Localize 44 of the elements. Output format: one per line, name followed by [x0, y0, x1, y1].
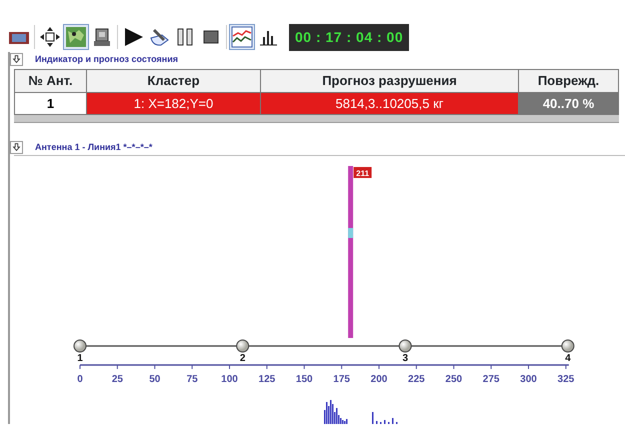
event-badge: 211: [354, 167, 372, 178]
tick-label: 175: [333, 374, 350, 385]
play-icon: [122, 26, 144, 48]
tick-label: 25: [112, 374, 123, 385]
sensor-marker[interactable]: [74, 340, 86, 352]
column-header: Прогноз разрушения: [260, 70, 518, 92]
tick-label: 225: [408, 374, 425, 385]
scrollbar[interactable]: [14, 115, 619, 123]
toolbar-button[interactable]: [229, 24, 255, 50]
sensor-label: 2: [240, 353, 246, 364]
wrench-icon: [148, 26, 170, 48]
move-icon: [39, 26, 61, 48]
tick-label: 300: [520, 374, 537, 385]
tick-label: 0: [77, 374, 83, 385]
device-icon: [91, 26, 113, 48]
tick-label: 100: [221, 374, 238, 385]
sensor-marker[interactable]: [561, 340, 574, 352]
tick-label: 250: [445, 374, 462, 385]
column-header: Поврежд.: [518, 70, 618, 92]
collapse-icon[interactable]: [10, 141, 23, 154]
panel-title: Антенна 1 - Линия1 *–*–*–*: [35, 140, 152, 154]
tick-label: 125: [258, 374, 276, 385]
column-header: № Ант.: [14, 70, 86, 92]
tick-label: 200: [370, 374, 388, 385]
line-chart-icon: [231, 26, 253, 48]
table-cell: 40..70 %: [518, 92, 618, 114]
sensor-label: 1: [77, 353, 83, 364]
table-cell: 1: [14, 92, 86, 114]
sensor-label: 3: [402, 353, 408, 364]
sensor-marker[interactable]: [398, 340, 412, 352]
tick-label: 275: [482, 374, 500, 385]
timer-display: 00 : 17 : 04 : 00: [289, 24, 410, 50]
column-header: Кластер: [86, 70, 260, 92]
tick-label: 325: [558, 374, 574, 385]
sensor-label: 4: [565, 353, 571, 364]
panel-title: Индикатор и прогноз состояния: [35, 52, 178, 66]
tick-label: 50: [149, 374, 160, 385]
table-cell: 5814,3..10205,5 кг: [260, 92, 518, 114]
table-cell: 1: X=182;Y=0: [86, 92, 260, 114]
sensor-marker[interactable]: [236, 340, 250, 352]
tick-label: 75: [186, 374, 198, 385]
collapse-icon[interactable]: [10, 53, 23, 66]
map-icon: [65, 26, 87, 48]
tick-label: 150: [296, 374, 313, 385]
